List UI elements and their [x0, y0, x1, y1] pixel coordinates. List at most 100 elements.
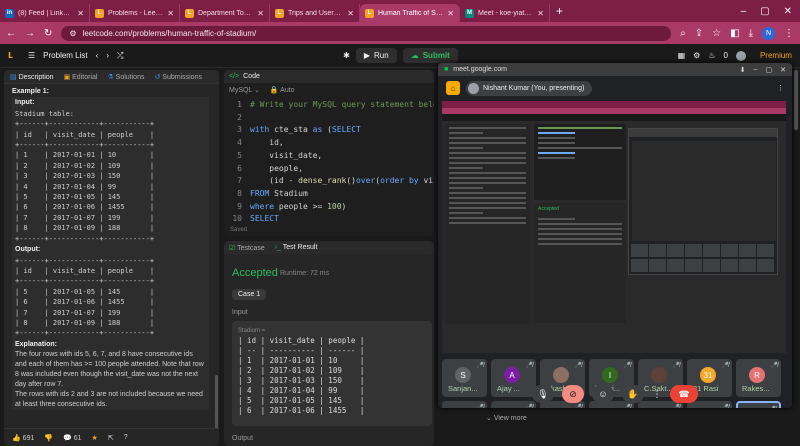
- page-scrollbar[interactable]: [794, 70, 798, 130]
- more-options-icon[interactable]: ⋮: [652, 385, 662, 403]
- testcase-input: Stadium = | id | visit_date | people | |…: [232, 321, 432, 426]
- tab-test-result[interactable]: ›_ Test Result: [275, 244, 318, 251]
- problem-list-link[interactable]: Problem List: [43, 51, 87, 60]
- line-number: 1: [237, 100, 242, 109]
- window-controls: – ▢ ✕: [741, 6, 800, 17]
- code-text: people,: [250, 163, 303, 173]
- code-icon: </>: [229, 73, 240, 80]
- forward-icon[interactable]: →: [25, 28, 35, 39]
- line-number: 3: [237, 125, 242, 135]
- view-more-link[interactable]: ⌄ View more: [486, 414, 527, 422]
- reload-icon[interactable]: ↻: [44, 28, 52, 39]
- star-icon[interactable]: ★: [92, 434, 98, 442]
- bookmark-icon[interactable]: ☆: [712, 28, 721, 39]
- language-select[interactable]: MySQL ⌄: [229, 86, 260, 94]
- user-avatar[interactable]: [735, 50, 746, 61]
- settings-icon[interactable]: ⚙: [693, 51, 700, 60]
- camera-off-icon[interactable]: ⊘: [562, 385, 584, 403]
- minimize-icon[interactable]: –: [741, 6, 747, 17]
- profile-avatar[interactable]: N: [762, 26, 775, 40]
- muted-mic-icon: 🎤̸: [770, 363, 778, 369]
- browser-tab[interactable]: L Department Top Three Sal ✕: [180, 4, 270, 22]
- code-tab-label: Code: [243, 73, 260, 80]
- close-tab-icon[interactable]: ✕: [537, 9, 544, 18]
- meet-pin-icon[interactable]: ⬇: [740, 66, 746, 74]
- share-icon[interactable]: ⇪: [695, 28, 703, 39]
- url-bar[interactable]: ⚙ leetcode.com/problems/human-traffic-of…: [61, 25, 672, 41]
- example-block: Input: Stadium table: +------+----------…: [12, 97, 209, 411]
- menu-icon[interactable]: ⋮: [784, 28, 794, 39]
- code-editor[interactable]: 1 # Write your MySQL query statement belo…: [224, 96, 434, 226]
- close-tab-icon[interactable]: ✕: [347, 9, 354, 18]
- layout-icon[interactable]: ▦: [678, 51, 686, 60]
- meet-close-icon[interactable]: ✕: [780, 66, 786, 74]
- leetcode-icon: L: [275, 8, 284, 18]
- help-icon[interactable]: ?: [124, 434, 128, 441]
- prev-problem-icon[interactable]: ‹: [96, 51, 99, 60]
- next-problem-icon[interactable]: ›: [106, 51, 109, 60]
- code-line: 10 SELECT: [224, 213, 434, 226]
- description-icon: ▤: [10, 73, 19, 81]
- extension-icon[interactable]: ◧: [730, 28, 739, 39]
- tab-editorial[interactable]: ▣ Editorial: [64, 73, 98, 81]
- browser-tab[interactable]: M Meet - koe-yiat-yor ✕: [460, 4, 550, 22]
- emoji-icon[interactable]: ☺: [592, 385, 614, 403]
- input-label: Input: [232, 309, 248, 316]
- close-tab-icon[interactable]: ✕: [167, 9, 174, 18]
- end-call-icon[interactable]: ☎: [670, 385, 698, 403]
- description-body: Example 1: Input: Stadium table: +------…: [4, 84, 219, 424]
- tab-solutions[interactable]: ⚗ Solutions: [107, 73, 144, 81]
- tab-submissions[interactable]: ↺ Submissions: [154, 73, 202, 81]
- maximize-icon[interactable]: ▢: [760, 6, 769, 17]
- debug-icon[interactable]: ✱: [343, 51, 350, 60]
- leetcode-logo[interactable]: ʟ: [8, 49, 20, 63]
- comments-button[interactable]: 💬 61: [63, 434, 81, 442]
- browser-tab[interactable]: L Problems - LeetCode ✕: [90, 4, 180, 22]
- run-button[interactable]: ▶ Run: [355, 48, 397, 63]
- downloads-icon[interactable]: ⤓: [749, 28, 753, 39]
- line-number: 2: [237, 112, 242, 122]
- submit-button[interactable]: ☁ Submit: [402, 48, 458, 63]
- description-scrollbar[interactable]: [215, 375, 218, 435]
- code-line: 5 visit_date,: [224, 150, 434, 163]
- code-line: 3 with cte_sta as (SELECT: [224, 124, 434, 137]
- new-tab-button[interactable]: +: [556, 4, 563, 18]
- raise-hand-icon[interactable]: ✋: [622, 385, 644, 403]
- meet-minimize-icon[interactable]: –: [754, 66, 758, 74]
- close-window-icon[interactable]: ✕: [784, 6, 792, 17]
- tab-title: Trips and Users - LeetCode: [288, 9, 343, 17]
- close-tab-icon[interactable]: ✕: [447, 9, 454, 18]
- shuffle-icon[interactable]: ⤮: [117, 51, 123, 61]
- input-label: Input:: [15, 99, 35, 107]
- case-1-tab[interactable]: Case 1: [232, 289, 267, 300]
- meet-more-icon[interactable]: ⋮: [777, 84, 784, 92]
- browser-tab[interactable]: L Trips and Users - LeetCode ✕: [270, 4, 360, 22]
- dislike-icon[interactable]: 👎: [44, 434, 53, 442]
- tab-description[interactable]: ▤ Description: [10, 73, 54, 81]
- close-tab-icon[interactable]: ✕: [257, 9, 264, 18]
- mic-icon[interactable]: 🎙: [532, 385, 554, 403]
- code-text: (id - dense_rank()over(order by vis: [250, 176, 434, 186]
- share-link-icon[interactable]: ⇱: [108, 434, 114, 442]
- presenter-avatar: [468, 82, 479, 94]
- browser-tab[interactable]: in (8) Feed | LinkedIn ✕: [0, 4, 90, 22]
- close-tab-icon[interactable]: ✕: [77, 9, 84, 18]
- premium-link[interactable]: Premium: [760, 51, 792, 60]
- result-panel: ☑ Testcase ›_ Test Result Accepted Runti…: [224, 241, 434, 446]
- code-text: where people >= 100): [250, 201, 347, 211]
- problem-list-icon[interactable]: ☰: [28, 51, 35, 60]
- browser-tab[interactable]: L Human Traffic of Stadium ✕: [360, 4, 460, 22]
- back-icon[interactable]: ←: [6, 28, 16, 39]
- presenter-chip[interactable]: Nishant Kumar (You, presenting): [466, 80, 593, 96]
- tab-label: Editorial: [72, 73, 98, 81]
- auto-toggle[interactable]: 🔒 Auto: [270, 86, 295, 94]
- view-more-label: View more: [493, 415, 527, 422]
- site-info-icon[interactable]: ⚙: [69, 29, 76, 38]
- search-icon[interactable]: ⌕: [680, 28, 686, 39]
- meet-maximize-icon[interactable]: ▢: [766, 66, 773, 74]
- like-button[interactable]: 👍 691: [12, 434, 34, 442]
- input-table: +------+------------+-----------+ | id |…: [15, 120, 155, 243]
- tab-testcase[interactable]: ☑ Testcase: [229, 244, 265, 252]
- terminal-icon: ›_: [274, 244, 283, 251]
- mini-result: Accepted: [534, 203, 626, 323]
